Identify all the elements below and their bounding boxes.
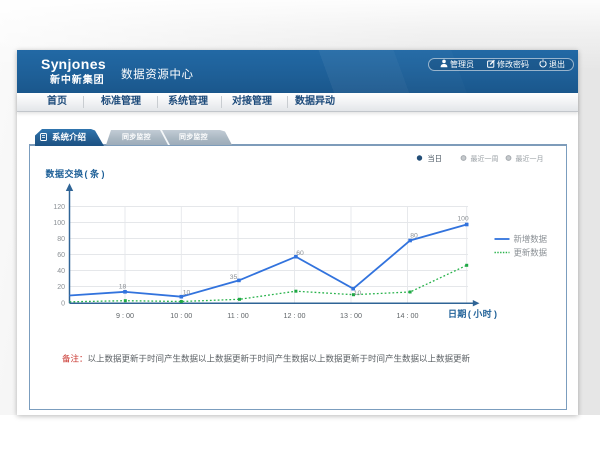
svg-text:60: 60 — [296, 250, 304, 257]
svg-text:最近一月: 最近一月 — [516, 154, 544, 163]
svg-text:11 : 00: 11 : 00 — [227, 311, 248, 320]
svg-text:40: 40 — [57, 268, 65, 275]
svg-text:9 : 00: 9 : 00 — [116, 311, 134, 320]
svg-text:10: 10 — [354, 290, 362, 297]
svg-text:18: 18 — [119, 284, 127, 291]
svg-text:13 : 00: 13 : 00 — [340, 311, 362, 320]
svg-text:20: 20 — [57, 284, 65, 291]
svg-text:数据交换(条): 数据交换(条) — [46, 168, 106, 179]
svg-text:10 : 00: 10 : 00 — [170, 311, 192, 320]
svg-text:120: 120 — [53, 204, 65, 211]
svg-text:日期(小时): 日期(小时) — [448, 308, 497, 319]
svg-text:80: 80 — [410, 233, 418, 240]
svg-text:更新数据: 更新数据 — [514, 248, 548, 258]
svg-text:100: 100 — [457, 216, 469, 223]
svg-text:0: 0 — [61, 301, 65, 308]
svg-text:当日: 当日 — [428, 154, 442, 163]
svg-text:备注：以上数据更新于时间产生数据以上数据更新于时间产生数据以: 备注：以上数据更新于时间产生数据以上数据更新于时间产生数据以上数据更新于时间产生… — [62, 354, 471, 364]
svg-text:新增数据: 新增数据 — [514, 234, 548, 244]
svg-text:最近一周: 最近一周 — [471, 154, 499, 163]
svg-text:14 : 00: 14 : 00 — [397, 311, 419, 320]
svg-text:100: 100 — [53, 220, 65, 227]
svg-text:35: 35 — [230, 274, 238, 281]
svg-text:12 : 00: 12 : 00 — [284, 311, 306, 320]
svg-text:60: 60 — [57, 252, 65, 259]
svg-text:80: 80 — [57, 236, 65, 243]
svg-text:10: 10 — [183, 290, 191, 297]
